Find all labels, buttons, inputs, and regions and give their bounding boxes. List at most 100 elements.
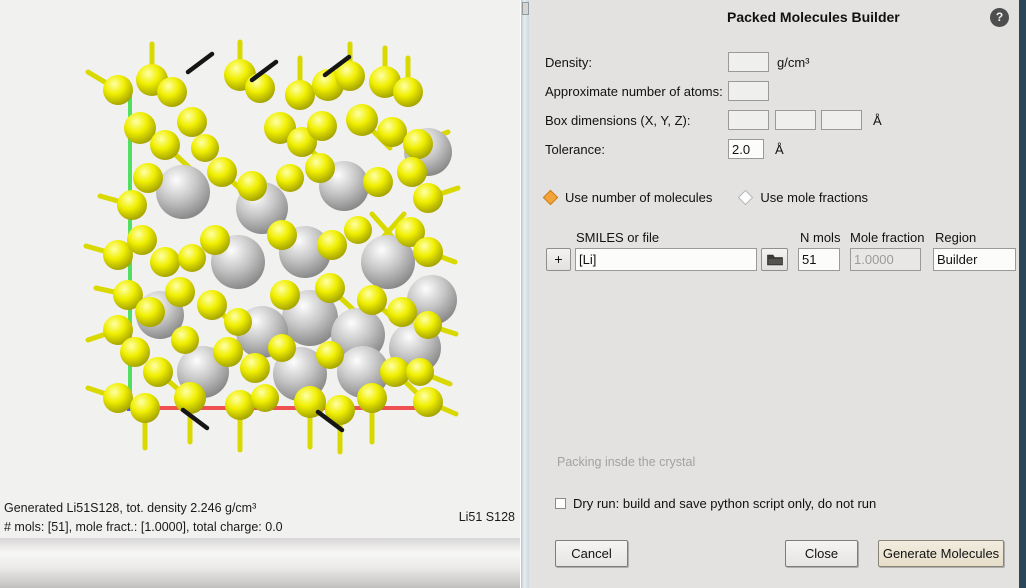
sulfur-atom — [197, 290, 227, 320]
sulfur-atom — [268, 334, 296, 362]
sulfur-atom — [403, 129, 433, 159]
sulfur-atom — [150, 247, 180, 277]
sulfur-atom — [171, 326, 199, 354]
add-molecule-button[interactable]: + — [546, 248, 571, 271]
nmols-header: N mols — [800, 230, 840, 245]
use-number-of-molecules-label[interactable]: Use number of molecules — [565, 190, 712, 205]
sulfur-atom — [344, 216, 372, 244]
sulfur-atom — [397, 157, 427, 187]
sulfur-atom — [178, 244, 206, 272]
sulfur-atom — [165, 277, 195, 307]
sulfur-atom — [363, 167, 393, 197]
packing-status-hint: Packing insde the crystal — [557, 455, 695, 469]
sulfur-atom — [357, 285, 387, 315]
sulfur-atom — [414, 311, 442, 339]
molecule-viewport[interactable]: Generated Li51S128, tot. density 2.246 g… — [0, 0, 520, 588]
sulfur-atom — [245, 73, 275, 103]
structure-label: Li51 S128 — [459, 510, 515, 524]
sulfur-atom — [174, 382, 206, 414]
lithium-atom — [156, 165, 210, 219]
sulfur-atom — [120, 337, 150, 367]
mole-fraction-input — [850, 248, 921, 271]
sulfur-atom — [103, 383, 133, 413]
smiles-input[interactable] — [575, 248, 757, 271]
cancel-button[interactable]: Cancel — [555, 540, 628, 567]
sulfur-atom — [240, 353, 270, 383]
mode-radio-group: Use number of molecules Use mole fractio… — [545, 190, 868, 205]
sulfur-atom — [157, 77, 187, 107]
sulfur-atom — [200, 225, 230, 255]
sulfur-atom — [357, 383, 387, 413]
splitter-collapse-handle[interactable] — [522, 2, 529, 15]
close-button[interactable]: Close — [785, 540, 858, 567]
dialog-title: Packed Molecules Builder — [727, 9, 900, 25]
dry-run-label[interactable]: Dry run: build and save python script on… — [573, 496, 876, 511]
sulfur-atom — [406, 358, 434, 386]
sulfur-atom — [307, 111, 337, 141]
density-input[interactable] — [728, 52, 769, 72]
sulfur-atom — [380, 357, 410, 387]
sulfur-atom — [346, 104, 378, 136]
region-input[interactable] — [933, 248, 1016, 271]
sulfur-atom — [133, 163, 163, 193]
atoms-label: Approximate number of atoms: — [545, 84, 723, 99]
sulfur-atom — [237, 171, 267, 201]
box-z-input[interactable] — [821, 110, 862, 130]
sulfur-atom — [103, 75, 133, 105]
generate-molecules-button[interactable]: Generate Molecules — [878, 540, 1004, 567]
sulfur-atom — [130, 393, 160, 423]
sulfur-atom — [305, 153, 335, 183]
nmols-input[interactable] — [798, 248, 840, 271]
crystal-render[interactable] — [0, 0, 520, 540]
tolerance-label: Tolerance: — [545, 142, 605, 157]
help-button[interactable]: ? — [990, 8, 1009, 27]
smiles-header: SMILES or file — [576, 230, 659, 245]
sulfur-atom — [377, 117, 407, 147]
sulfur-atom — [267, 220, 297, 250]
status-generated: Generated Li51S128, tot. density 2.246 g… — [4, 501, 256, 515]
sulfur-atom — [143, 357, 173, 387]
dry-run-row: Dry run: build and save python script on… — [555, 496, 876, 511]
panel-splitter[interactable] — [520, 0, 529, 588]
sulfur-atom — [150, 130, 180, 160]
window-edge-strip — [1019, 0, 1026, 588]
sulfur-atom — [191, 134, 219, 162]
sulfur-atom — [117, 190, 147, 220]
sulfur-atom — [413, 183, 443, 213]
sulfur-atom — [177, 107, 207, 137]
browse-file-button[interactable] — [761, 248, 788, 271]
sulfur-atom — [276, 164, 304, 192]
tolerance-input[interactable] — [728, 139, 764, 159]
mole-fraction-header: Mole fraction — [850, 230, 924, 245]
sulfur-atom — [225, 390, 255, 420]
dry-run-checkbox[interactable] — [555, 498, 566, 509]
box-dimensions-label: Box dimensions (X, Y, Z): — [545, 113, 690, 128]
use-number-of-molecules-radio[interactable] — [543, 190, 559, 206]
atoms-input[interactable] — [728, 81, 769, 101]
sulfur-atom — [207, 157, 237, 187]
sulfur-atom — [135, 297, 165, 327]
sulfur-atom — [285, 80, 315, 110]
sulfur-atom — [127, 225, 157, 255]
tolerance-unit: Å — [775, 142, 784, 157]
sulfur-atom — [316, 341, 344, 369]
box-y-input[interactable] — [775, 110, 816, 130]
box-x-input[interactable] — [728, 110, 769, 130]
sulfur-atom — [393, 77, 423, 107]
sulfur-atom — [270, 280, 300, 310]
status-mols: # mols: [51], mole fract.: [1.0000], tot… — [4, 520, 283, 534]
region-header: Region — [935, 230, 976, 245]
sulfur-atom — [413, 237, 443, 267]
density-label: Density: — [545, 55, 592, 70]
sulfur-atom — [413, 387, 443, 417]
use-mole-fractions-label[interactable]: Use mole fractions — [760, 190, 868, 205]
folder-icon — [767, 254, 783, 266]
sulfur-atom — [317, 230, 347, 260]
sulfur-atom — [315, 273, 345, 303]
selected-bond — [188, 54, 212, 72]
box-unit: Å — [873, 113, 882, 128]
toolbar-zone: C O N H X — [0, 538, 520, 588]
packed-molecules-builder-dialog: Packed Molecules Builder ? Density: g/cm… — [529, 0, 1019, 588]
use-mole-fractions-radio[interactable] — [738, 190, 754, 206]
sulfur-atom — [213, 337, 243, 367]
